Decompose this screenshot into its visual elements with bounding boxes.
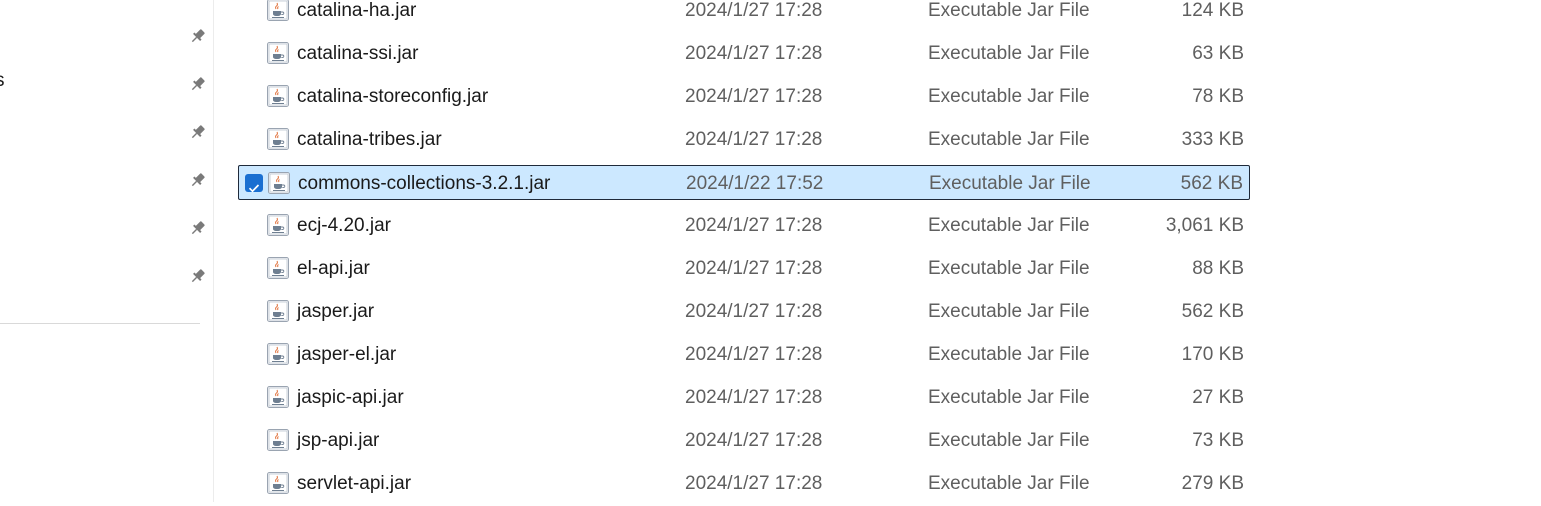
file-date-modified: 2024/1/27 17:28 [685,301,823,322]
file-type: Executable Jar File [928,430,1090,451]
file-type: Executable Jar File [928,0,1090,21]
file-row[interactable]: commons-collections-3.2.1.jar 2024/1/22 1… [238,165,1250,200]
jar-file-icon [267,385,289,408]
file-date-modified: 2024/1/27 17:28 [685,0,823,21]
file-size: 27 KB [1192,387,1244,408]
file-name: jasper-el.jar [297,344,397,365]
file-date-modified: 2024/1/27 17:28 [685,344,823,365]
file-name: servlet-api.jar [297,473,412,494]
jar-file-icon [267,342,289,365]
pin-icon[interactable] [189,75,207,93]
jar-file-icon [267,428,289,451]
file-row[interactable]: catalina-ssi.jar 2024/1/27 17:28 Executabl… [238,36,1250,71]
file-date-modified: 2024/1/27 17:28 [685,129,823,150]
jar-file-icon [267,299,289,322]
file-size: 562 KB [1181,301,1244,322]
file-row[interactable]: jasper-el.jar 2024/1/27 17:28 Executable J… [238,337,1250,372]
file-type: Executable Jar File [929,173,1091,194]
file-size: 63 KB [1192,43,1244,64]
pin-icon[interactable] [189,171,207,189]
file-date-modified: 2024/1/27 17:28 [685,86,823,107]
jar-file-icon [267,41,289,64]
file-row[interactable]: jasper.jar 2024/1/27 17:28 Executable Jar … [238,294,1250,329]
file-row[interactable]: catalina-tribes.jar 2024/1/27 17:28 Execut… [238,122,1250,157]
file-type: Executable Jar File [928,86,1090,107]
file-row[interactable]: el-api.jar 2024/1/27 17:28 Executable Jar … [238,251,1250,286]
jar-file-icon [267,471,289,494]
file-name: catalina-storeconfig.jar [297,86,489,107]
file-size: 170 KB [1181,344,1244,365]
file-size: 124 KB [1181,0,1244,21]
jar-file-icon [268,171,290,194]
file-type: Executable Jar File [928,301,1090,322]
file-name: jaspic-api.jar [297,387,404,408]
file-date-modified: 2024/1/27 17:28 [685,43,823,64]
file-name: el-api.jar [297,258,370,279]
file-type: Executable Jar File [928,344,1090,365]
file-type: Executable Jar File [928,258,1090,279]
file-row[interactable]: jaspic-api.jar 2024/1/27 17:28 Executable … [238,380,1250,415]
file-type: Executable Jar File [928,43,1090,64]
file-type: Executable Jar File [928,387,1090,408]
file-size: 88 KB [1192,258,1244,279]
pin-icon[interactable] [189,267,207,285]
file-row[interactable]: catalina-storeconfig.jar 2024/1/27 17:28 E… [238,79,1250,114]
sidebar-item-label[interactable]: s [0,70,5,92]
file-name: jsp-api.jar [297,430,380,451]
file-name: catalina-ssi.jar [297,43,419,64]
pin-icon[interactable] [189,123,207,141]
pin-icon[interactable] [189,27,207,45]
file-row[interactable]: catalina-ha.jar 2024/1/27 17:28 Executable… [238,0,1250,28]
file-list: catalina-ha.jar 2024/1/27 17:28 Executable… [214,0,1541,502]
file-name: catalina-ha.jar [297,0,417,21]
file-row[interactable]: ecj-4.20.jar 2024/1/27 17:28 Executable Ja… [238,208,1250,243]
navigation-pane: s [0,0,214,502]
file-size: 3,061 KB [1165,215,1244,236]
file-type: Executable Jar File [928,129,1090,150]
file-date-modified: 2024/1/27 17:28 [685,258,823,279]
checkbox-checked-icon[interactable] [245,174,263,193]
file-row[interactable]: jsp-api.jar 2024/1/27 17:28 Executable Jar… [238,423,1250,458]
file-name: jasper.jar [297,301,375,322]
file-size: 279 KB [1181,473,1244,494]
file-size: 78 KB [1192,86,1244,107]
file-size: 562 KB [1180,173,1243,194]
file-size: 333 KB [1181,129,1244,150]
file-type: Executable Jar File [928,473,1090,494]
file-date-modified: 2024/1/27 17:28 [685,387,823,408]
file-name: catalina-tribes.jar [297,129,442,150]
jar-file-icon [267,127,289,150]
jar-file-icon [267,213,289,236]
file-name: ecj-4.20.jar [297,215,391,236]
jar-file-icon [267,0,289,21]
file-date-modified: 2024/1/27 17:28 [685,430,823,451]
file-size: 73 KB [1192,430,1244,451]
sidebar-divider [0,323,200,324]
file-date-modified: 2024/1/22 17:52 [686,173,824,194]
pin-icon[interactable] [189,219,207,237]
jar-file-icon [267,256,289,279]
file-name: commons-collections-3.2.1.jar [298,173,551,194]
file-date-modified: 2024/1/27 17:28 [685,215,823,236]
file-row[interactable]: servlet-api.jar 2024/1/27 17:28 Executable… [238,466,1250,501]
file-date-modified: 2024/1/27 17:28 [685,473,823,494]
jar-file-icon [267,84,289,107]
file-type: Executable Jar File [928,215,1090,236]
